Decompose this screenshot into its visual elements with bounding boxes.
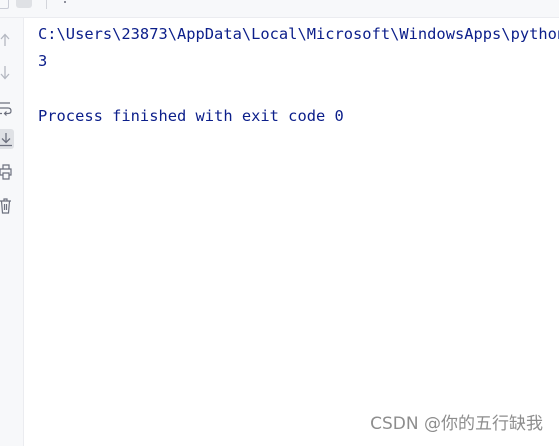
scroll-up-button[interactable] (0, 30, 14, 50)
scroll-down-button[interactable] (0, 64, 14, 84)
overflow-dot-icon[interactable] (64, 1, 66, 3)
scroll-to-end-icon (0, 133, 12, 147)
console-command-line: C:\Users\23873\AppData\Local\Microsoft\W… (38, 25, 559, 43)
soft-wrap-button[interactable] (0, 98, 14, 118)
run-toolbar (0, 0, 559, 18)
arrow-down-icon (0, 66, 10, 80)
stop-icon[interactable] (16, 0, 32, 8)
soft-wrap-icon (0, 102, 12, 116)
printer-icon (0, 164, 12, 180)
scroll-to-end-button[interactable] (0, 129, 14, 149)
trash-icon (0, 198, 11, 214)
console-output-line: 3 (38, 52, 48, 70)
clear-all-button[interactable] (0, 196, 14, 216)
print-button[interactable] (0, 162, 14, 182)
arrow-up-icon (0, 33, 10, 46)
console-output[interactable]: C:\Users\23873\AppData\Local\Microsoft\W… (25, 18, 559, 446)
toolbar-separator (46, 0, 47, 9)
previous-frame-icon[interactable] (0, 0, 9, 9)
console-exit-message: Process finished with exit code 0 (38, 107, 344, 125)
console-side-toolbar (0, 18, 24, 446)
watermark: CSDN @你的五行缺我 (370, 414, 543, 434)
